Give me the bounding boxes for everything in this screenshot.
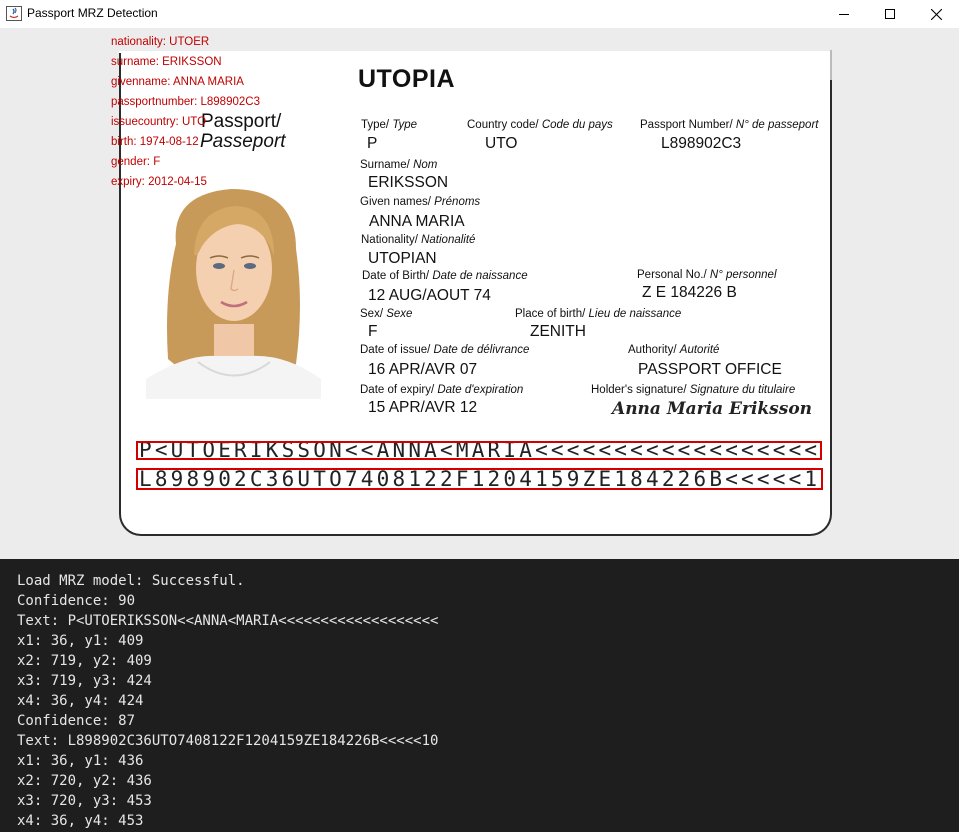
passport-image-panel: UTOPIA Passport/ Passeport Type/ Type P …: [0, 28, 959, 559]
maximize-button[interactable]: [867, 0, 913, 28]
given-names-value: ANNA MARIA: [369, 213, 465, 230]
maximize-icon: [885, 9, 895, 19]
window-title-bar: Passport MRZ Detection: [0, 0, 959, 28]
extracted-fields-overlay: nationality: UTOER surname: ERIKSSON given…: [111, 32, 260, 192]
date-of-expiry-label: Date of expiry/ Date d'expiration: [360, 384, 524, 396]
holder-photo: [146, 174, 321, 399]
nationality-label: Nationality/ Nationalité: [361, 234, 476, 246]
overlay-line: givenname: ANNA MARIA: [111, 76, 244, 88]
place-of-birth-value: ZENITH: [530, 323, 586, 340]
console-line: x4: 36, y4: 453: [17, 813, 144, 829]
console-line: Confidence: 87: [17, 713, 136, 729]
authority-label: Authority/ Autorité: [628, 344, 720, 356]
surname-label: Surname/ Nom: [360, 159, 438, 171]
mrz-detection-box-1: [136, 441, 822, 460]
date-of-issue-value: 16 APR/AVR 07: [368, 361, 478, 378]
console-line: Text: P<UTOERIKSSON<<ANNA<MARIA<<<<<<<<<…: [17, 613, 439, 629]
overlay-line: birth: 1974-08-12: [111, 136, 199, 148]
overlay-line: surname: ERIKSSON: [111, 56, 222, 68]
passport-number-label: Passport Number/ N° de passeport: [640, 119, 819, 131]
type-value: P: [367, 135, 378, 152]
overlay-line: gender: F: [111, 156, 161, 168]
console-line: x3: 720, y3: 453: [17, 793, 152, 809]
date-of-issue-label: Date of issue/ Date de délivrance: [360, 344, 530, 356]
window-title: Passport MRZ Detection: [27, 6, 158, 20]
date-of-birth-value: 12 AUG/AOUT 74: [368, 287, 491, 304]
console-line: x2: 719, y2: 409: [17, 653, 152, 669]
passport-card-edge: [830, 50, 832, 80]
country-code-label: Country code/ Code du pays: [467, 119, 613, 131]
console-line: Confidence: 90: [17, 593, 136, 609]
console-line: x2: 720, y2: 436: [17, 773, 152, 789]
console-line: x3: 719, y3: 424: [17, 673, 152, 689]
overlay-line: issuecountry: UTO: [111, 116, 207, 128]
place-of-birth-label: Place of birth/ Lieu de naissance: [515, 308, 682, 320]
minimize-icon: [839, 14, 849, 15]
minimize-button[interactable]: [821, 0, 867, 28]
given-names-label: Given names/ Prénoms: [360, 196, 481, 208]
overlay-line: nationality: UTOER: [111, 36, 210, 48]
console-line: x1: 36, y1: 436: [17, 753, 144, 769]
console-line: x4: 36, y4: 424: [17, 693, 144, 709]
personal-no-value: Z E 184226 B: [642, 284, 737, 301]
sex-label: Sex/ Sexe: [360, 308, 413, 320]
passport-country: UTOPIA: [358, 65, 455, 93]
nationality-value: UTOPIAN: [368, 250, 437, 267]
console-lines: Load MRZ model: Successful. Confidence: 9…: [17, 571, 438, 831]
date-of-expiry-value: 15 APR/AVR 12: [368, 399, 478, 416]
surname-value: ERIKSSON: [368, 174, 449, 191]
mrz-detection-box-2: [136, 468, 823, 490]
overlay-line: expiry: 2012-04-15: [111, 176, 207, 188]
signature-label: Holder's signature/ Signature du titulai…: [591, 384, 796, 396]
close-button[interactable]: [913, 0, 959, 28]
close-icon: [930, 8, 942, 20]
console-line: Text: L898902C36UTO7408122F1204159ZE1842…: [17, 733, 439, 749]
overlay-line: passportnumber: L898902C3: [111, 96, 260, 108]
holder-signature: Anna Maria Eriksson: [612, 399, 813, 419]
date-of-birth-label: Date of Birth/ Date de naissance: [362, 270, 528, 282]
personal-no-label: Personal No./ N° personnel: [637, 269, 777, 281]
console-output: Load MRZ model: Successful. Confidence: 9…: [0, 559, 959, 832]
console-line: Load MRZ model: Successful.: [17, 573, 245, 589]
passport-number-value: L898902C3: [661, 135, 742, 152]
sex-value: F: [368, 323, 378, 340]
authority-value: PASSPORT OFFICE: [638, 361, 782, 378]
type-label: Type/ Type: [361, 119, 418, 131]
java-app-icon: [6, 6, 22, 21]
country-code-value: UTO: [485, 135, 518, 152]
console-line: x1: 36, y1: 409: [17, 633, 144, 649]
